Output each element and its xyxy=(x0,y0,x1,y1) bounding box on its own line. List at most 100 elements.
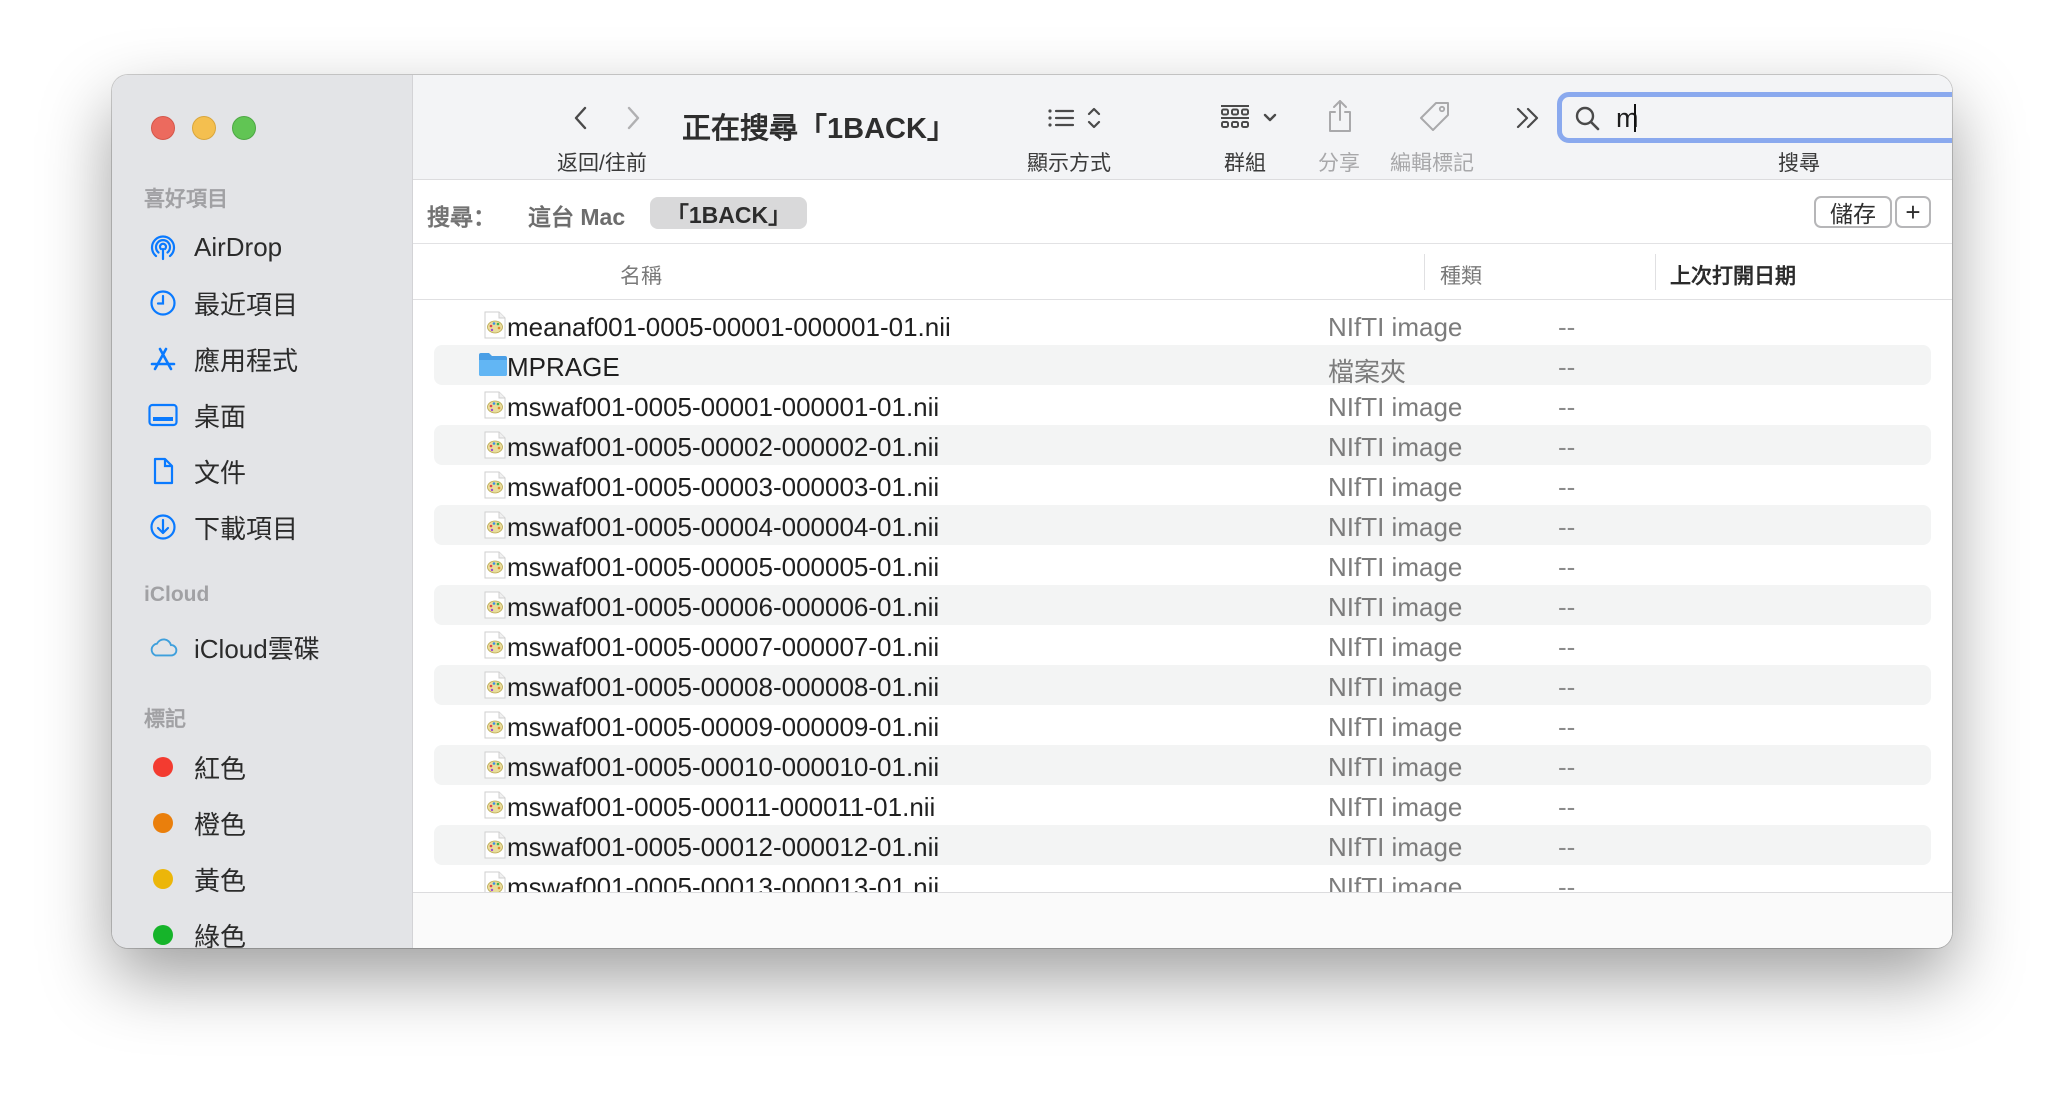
search-input[interactable] xyxy=(1616,101,1952,135)
file-kind: NIfTI image xyxy=(1328,792,1463,822)
sidebar-section-icloud: iCloud xyxy=(144,583,210,606)
nifti-file-icon xyxy=(484,791,506,819)
file-row[interactable]: mswaf001-0005-00013-000013-01.nii NIfTI … xyxy=(434,865,1931,892)
nifti-file-icon xyxy=(484,511,506,539)
nifti-file-icon xyxy=(484,631,506,659)
file-row[interactable]: mswaf001-0005-00008-000008-01.nii NIfTI … xyxy=(434,665,1931,705)
main-content: 返回/往前 正在搜尋「1BACK」 顯示方式 群組 分享 編輯標記 m 搜尋 搜… xyxy=(413,75,1952,948)
sidebar-item-documents[interactable]: 文件 xyxy=(148,451,246,491)
file-name: mswaf001-0005-00008-000008-01.nii xyxy=(507,672,940,702)
column-name[interactable]: 名稱 xyxy=(620,260,662,290)
nifti-file-icon xyxy=(484,591,506,619)
file-row[interactable]: mswaf001-0005-00006-000006-01.nii NIfTI … xyxy=(434,585,1931,625)
file-row[interactable]: mswaf001-0005-00005-000005-01.nii NIfTI … xyxy=(434,545,1931,585)
toolbar: 返回/往前 正在搜尋「1BACK」 顯示方式 群組 分享 編輯標記 m 搜尋 xyxy=(413,75,1952,180)
file-kind: NIfTI image xyxy=(1328,512,1463,542)
file-kind: NIfTI image xyxy=(1328,832,1463,862)
text-caret xyxy=(1634,104,1636,132)
file-date-last-opened: -- xyxy=(1558,752,1576,782)
clock-icon xyxy=(148,288,178,318)
file-date-last-opened: -- xyxy=(1558,512,1576,542)
file-row[interactable]: mswaf001-0005-00001-000001-01.nii NIfTI … xyxy=(434,385,1931,425)
applications-icon xyxy=(148,344,178,374)
file-row[interactable]: mswaf001-0005-00010-000010-01.nii NIfTI … xyxy=(434,745,1931,785)
nifti-file-icon xyxy=(484,671,506,699)
sidebar-item-label: 桌面 xyxy=(194,401,247,432)
minimize-window-button[interactable] xyxy=(192,116,216,140)
back-button[interactable] xyxy=(568,103,594,133)
file-date-last-opened: -- xyxy=(1558,392,1576,422)
view-options-label: 顯示方式 xyxy=(1027,152,1111,175)
file-row[interactable]: mswaf001-0005-00011-000011-01.nii NIfTI … xyxy=(434,785,1931,825)
save-search-button[interactable]: 儲存 xyxy=(1814,196,1892,228)
scope-this-mac[interactable]: 這台 Mac xyxy=(528,198,625,232)
sidebar-item-airdrop[interactable]: AirDrop xyxy=(148,227,282,267)
file-row[interactable]: mswaf001-0005-00002-000002-01.nii NIfTI … xyxy=(434,425,1931,465)
window-title: 正在搜尋「1BACK」 xyxy=(682,113,956,145)
group-button[interactable] xyxy=(1220,101,1280,135)
nifti-file-icon xyxy=(484,471,506,499)
sidebar-tag-yellow[interactable]: 黃色 xyxy=(148,859,246,899)
sidebar-item-recents[interactable]: 最近項目 xyxy=(148,283,298,323)
toolbar-overflow-button[interactable] xyxy=(1513,103,1543,133)
nifti-file-icon xyxy=(484,711,506,739)
nifti-file-icon xyxy=(484,831,506,859)
file-kind: NIfTI image xyxy=(1328,472,1463,502)
scope-current-folder[interactable]: 「1BACK」 xyxy=(650,197,807,229)
sidebar-item-label: 最近項目 xyxy=(194,289,299,320)
group-label: 群組 xyxy=(1224,152,1266,175)
sidebar-tag-red[interactable]: 紅色 xyxy=(148,747,246,787)
file-name: mswaf001-0005-00012-000012-01.nii xyxy=(507,832,940,862)
sidebar-tag-orange[interactable]: 橙色 xyxy=(148,803,246,843)
edit-tags-button[interactable] xyxy=(1417,99,1453,135)
column-kind[interactable]: 種類 xyxy=(1440,260,1482,290)
sidebar-item-icloud-drive[interactable]: iCloud雲碟 xyxy=(148,627,320,667)
folder-row[interactable]: MPRAGE 檔案夾 -- xyxy=(434,345,1931,387)
column-divider[interactable] xyxy=(1424,254,1425,290)
file-row[interactable]: mswaf001-0005-00004-000004-01.nii NIfTI … xyxy=(434,505,1931,545)
sidebar-item-downloads[interactable]: 下載項目 xyxy=(148,507,298,547)
share-button[interactable] xyxy=(1325,97,1355,135)
sidebar-item-applications[interactable]: 應用程式 xyxy=(148,339,298,379)
nifti-file-icon xyxy=(484,871,506,892)
nifti-file-icon xyxy=(484,751,506,779)
nifti-file-icon xyxy=(484,551,506,579)
finder-window: 喜好項目 AirDrop 最近項目 應用程式 桌面 文件 下載項目 iCloud… xyxy=(112,75,1952,948)
nifti-file-icon xyxy=(484,431,506,459)
view-options-button[interactable] xyxy=(1045,103,1105,133)
file-kind: 檔案夾 xyxy=(1328,357,1407,387)
zoom-window-button[interactable] xyxy=(232,116,256,140)
sidebar-tag-green[interactable]: 綠色 xyxy=(148,915,246,948)
tag-color-dot xyxy=(153,813,173,833)
search-field[interactable] xyxy=(1557,92,1952,143)
nifti-file-icon xyxy=(484,391,506,419)
file-name: MPRAGE xyxy=(507,352,620,382)
file-date-last-opened: -- xyxy=(1558,712,1576,742)
file-name: mswaf001-0005-00002-000002-01.nii xyxy=(507,432,940,462)
add-criteria-button[interactable]: + xyxy=(1895,196,1931,228)
file-row[interactable]: mswaf001-0005-00009-000009-01.nii NIfTI … xyxy=(434,705,1931,745)
file-kind: NIfTI image xyxy=(1328,592,1463,622)
file-row[interactable]: mswaf001-0005-00007-000007-01.nii NIfTI … xyxy=(434,625,1931,665)
forward-button[interactable] xyxy=(620,103,646,133)
file-name: mswaf001-0005-00004-000004-01.nii xyxy=(507,512,940,542)
sidebar-item-label: 應用程式 xyxy=(194,345,299,376)
file-row[interactable]: mswaf001-0005-00003-000003-01.nii NIfTI … xyxy=(434,465,1931,505)
sidebar-item-label: 橙色 xyxy=(194,809,247,840)
sidebar-section-favorites: 喜好項目 xyxy=(144,188,228,211)
folder-icon xyxy=(478,351,508,379)
column-date-last-opened[interactable]: 上次打開日期 xyxy=(1670,260,1796,290)
sidebar-item-label: 下載項目 xyxy=(194,513,299,544)
sidebar-item-label: 黃色 xyxy=(194,865,247,896)
file-date-last-opened: -- xyxy=(1558,592,1576,622)
file-kind: NIfTI image xyxy=(1328,312,1463,342)
close-window-button[interactable] xyxy=(151,116,175,140)
file-name: mswaf001-0005-00010-000010-01.nii xyxy=(507,752,940,782)
file-row[interactable]: meanaf001-0005-00001-000001-01.nii NIfTI… xyxy=(434,305,1931,345)
column-divider[interactable] xyxy=(1655,254,1656,290)
document-icon xyxy=(148,456,178,486)
file-name: mswaf001-0005-00007-000007-01.nii xyxy=(507,632,940,662)
file-row[interactable]: mswaf001-0005-00012-000012-01.nii NIfTI … xyxy=(434,825,1931,865)
share-icon xyxy=(1329,100,1351,132)
sidebar-item-desktop[interactable]: 桌面 xyxy=(148,395,246,435)
